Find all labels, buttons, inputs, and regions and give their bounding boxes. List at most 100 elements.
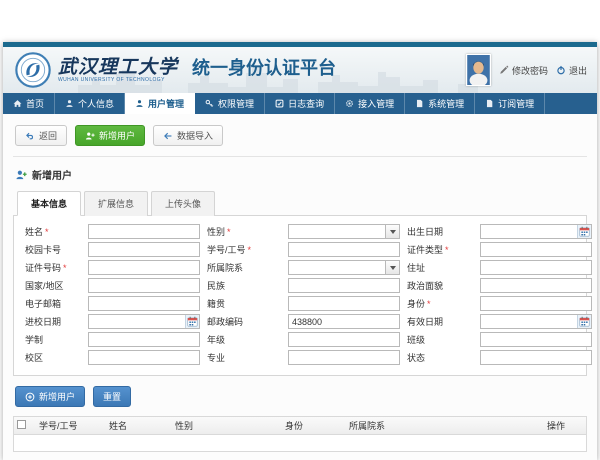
reset-button[interactable]: 重置: [93, 386, 131, 407]
calendar-icon[interactable]: [577, 225, 591, 238]
table-header-cell: 学号/工号: [36, 419, 106, 432]
class-input[interactable]: [480, 332, 592, 347]
reset-button-label: 重置: [103, 390, 121, 403]
grade-input[interactable]: [288, 332, 400, 347]
identity-field: [480, 296, 592, 311]
change-password-link[interactable]: 修改密码: [499, 64, 548, 77]
user-avatar[interactable]: [466, 54, 491, 86]
id-type-input[interactable]: [480, 242, 592, 257]
class-label: 班级: [404, 333, 476, 346]
department-select[interactable]: [288, 260, 400, 275]
nav-item-access-management[interactable]: 接入管理: [335, 93, 405, 114]
tab-extended-info[interactable]: 扩展信息: [84, 191, 148, 216]
major-input[interactable]: [288, 350, 400, 365]
gender-field: [288, 224, 400, 239]
country-region-label: 国家/地区: [22, 279, 84, 292]
back-arrow-icon: [25, 131, 35, 141]
id-type-field: [480, 242, 592, 257]
submit-add-user-button[interactable]: 新增用户: [15, 386, 85, 407]
email-input[interactable]: [88, 296, 200, 311]
department-select-value: [289, 261, 385, 274]
nav-item-log-query[interactable]: 日志查询: [265, 93, 335, 114]
nav-item-system-management[interactable]: 系统管理: [405, 93, 475, 114]
entry-date-input[interactable]: [88, 314, 200, 329]
class-field: [480, 332, 592, 347]
postal-code-label: 邮政编码: [204, 315, 284, 328]
valid-date-input[interactable]: [480, 314, 592, 329]
name-field: [88, 224, 200, 239]
user-icon: [65, 99, 74, 108]
major-field: [288, 350, 400, 365]
ethnicity-label: 民族: [204, 279, 284, 292]
ethnicity-input[interactable]: [288, 278, 400, 293]
nav-item-user-management[interactable]: 用户管理: [125, 93, 195, 114]
import-arrow-icon: [163, 131, 173, 141]
country-region-input[interactable]: [88, 278, 200, 293]
form-actions: 新增用户 重置: [13, 376, 587, 416]
logout-label: 退出: [569, 64, 587, 77]
campus-field: [88, 350, 200, 365]
schooling-length-field: [88, 332, 200, 347]
required-asterisk: *: [248, 245, 252, 255]
university-block: 武汉理工大学 WUHAN UNIVERSITY OF TECHNOLOGY: [58, 57, 178, 83]
table-empty-row: [14, 435, 586, 451]
gender-select[interactable]: [288, 224, 400, 239]
section-header: 新增用户: [13, 157, 587, 191]
schooling-length-label: 学制: [22, 333, 84, 346]
status-input[interactable]: [480, 350, 592, 365]
native-place-field: [288, 296, 400, 311]
status-label: 状态: [404, 351, 476, 364]
nav-item-label: 接入管理: [358, 97, 394, 110]
email-field: [88, 296, 200, 311]
political-status-field: [480, 278, 592, 293]
political-status-input[interactable]: [480, 278, 592, 293]
nav-item-label: 权限管理: [218, 97, 254, 110]
birth-date-label: 出生日期: [404, 225, 476, 238]
native-place-input[interactable]: [288, 296, 400, 311]
toolbar: 返回 新增用户 数据导入: [13, 122, 587, 157]
political-status-label: 政治面貌: [404, 279, 476, 292]
app-window: 武汉理工大学 WUHAN UNIVERSITY OF TECHNOLOGY 统一…: [3, 42, 597, 460]
nav-item-label: 首页: [26, 97, 44, 110]
department-label: 所属院系: [204, 261, 284, 274]
nav-item-subscription-management[interactable]: 订阅管理: [475, 93, 545, 114]
address-input[interactable]: [480, 260, 592, 275]
schooling-length-input[interactable]: [88, 332, 200, 347]
table-header-cell: 身份: [282, 419, 346, 432]
table-header-cell: 所属院系: [346, 419, 544, 432]
nav-item-label: 用户管理: [148, 97, 184, 110]
data-import-label: 数据导入: [177, 129, 213, 142]
select-all-checkbox[interactable]: [17, 420, 26, 429]
id-number-input[interactable]: [88, 260, 200, 275]
university-name-en: WUHAN UNIVERSITY OF TECHNOLOGY: [58, 77, 178, 83]
tab-upload-avatar[interactable]: 上传头像: [151, 191, 215, 216]
chevron-down-icon[interactable]: [385, 225, 399, 238]
tab-basic-info[interactable]: 基本信息: [17, 191, 81, 216]
section-title: 新增用户: [32, 167, 72, 182]
back-button[interactable]: 返回: [15, 125, 67, 146]
birth-date-input[interactable]: [480, 224, 592, 239]
chevron-down-icon[interactable]: [385, 261, 399, 274]
nav-item-permission-management[interactable]: 权限管理: [195, 93, 265, 114]
power-icon: [556, 65, 566, 75]
major-label: 专业: [204, 351, 284, 364]
student-no-input[interactable]: [288, 242, 400, 257]
university-logo: [15, 52, 51, 88]
back-button-label: 返回: [39, 129, 57, 142]
add-user-toolbar-button[interactable]: 新增用户: [75, 125, 145, 146]
nav-item-home[interactable]: 首页: [3, 93, 55, 114]
add-user-toolbar-label: 新增用户: [99, 129, 135, 142]
logout-link[interactable]: 退出: [556, 64, 587, 77]
campus-input[interactable]: [88, 350, 200, 365]
home-icon: [13, 99, 22, 108]
identity-input[interactable]: [480, 296, 592, 311]
name-input[interactable]: [88, 224, 200, 239]
data-import-button[interactable]: 数据导入: [153, 125, 223, 146]
nav-item-personal-info[interactable]: 个人信息: [55, 93, 125, 114]
calendar-icon[interactable]: [185, 315, 199, 328]
user-icon: [135, 99, 144, 108]
campus-card-no-input[interactable]: [88, 242, 200, 257]
table-header-row: 学号/工号姓名性别身份所属院系操作: [14, 417, 586, 435]
calendar-icon[interactable]: [577, 315, 591, 328]
postal-code-input[interactable]: [288, 314, 400, 329]
